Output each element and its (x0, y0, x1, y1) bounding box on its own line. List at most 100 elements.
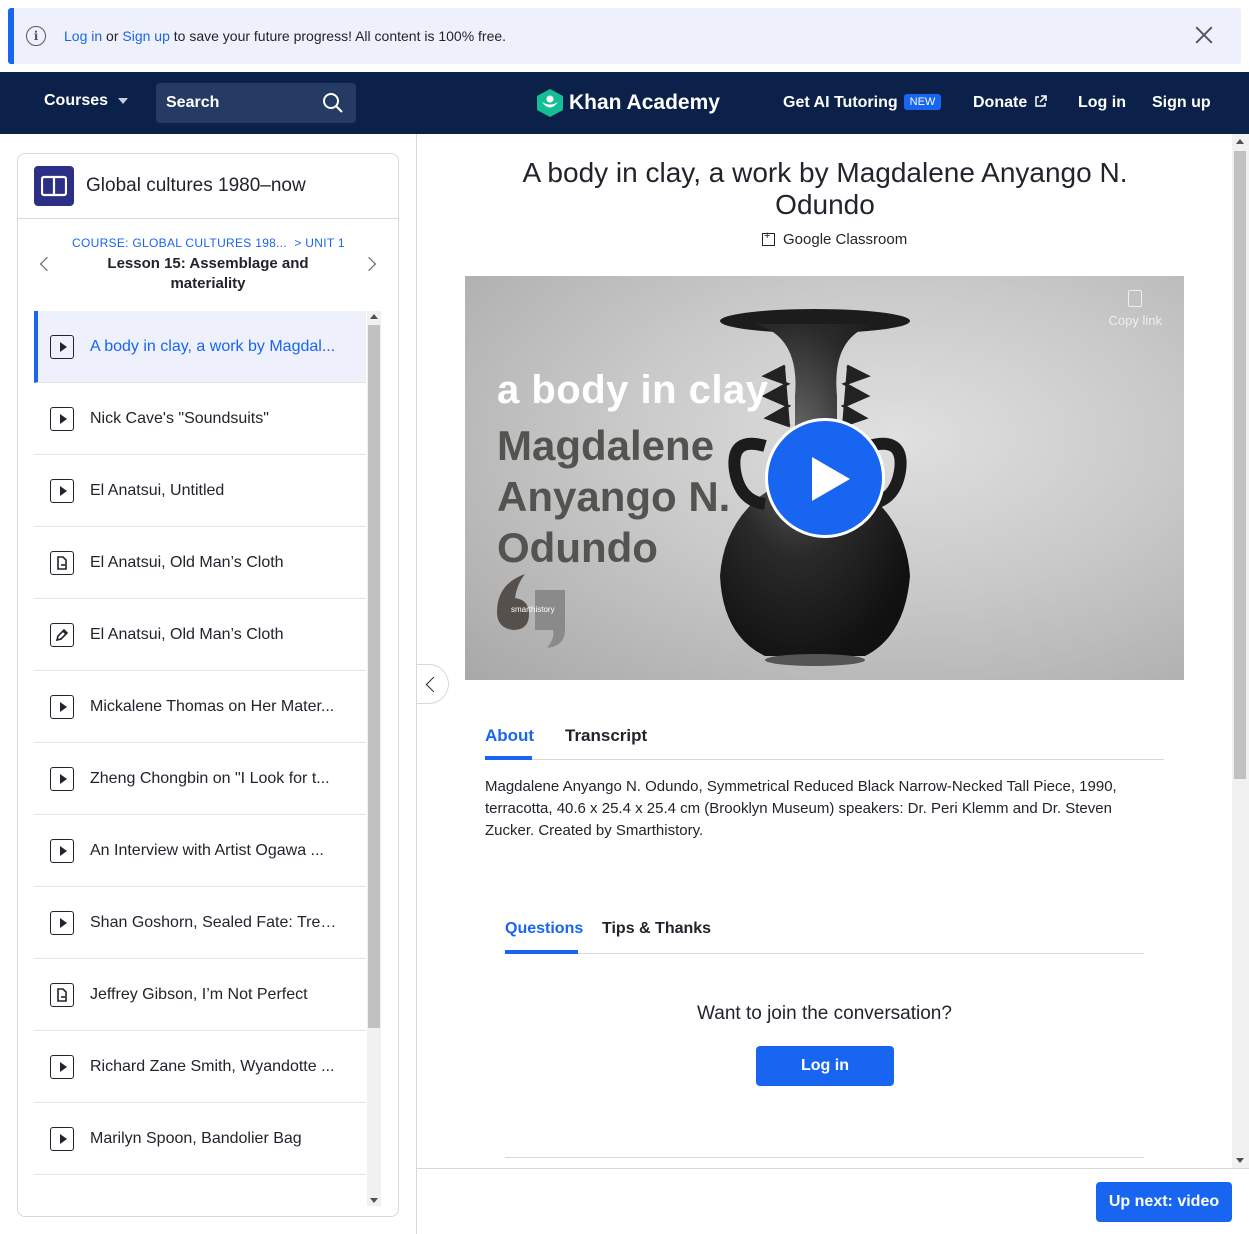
lesson-item[interactable]: El Anatsui, Old Man’s Cloth (34, 599, 366, 671)
article-icon (50, 982, 74, 1007)
search-placeholder: Search (166, 94, 220, 111)
copy-link-label: Copy link (1108, 313, 1162, 328)
play-icon (50, 838, 74, 863)
courses-menu-button[interactable]: Courses (44, 92, 129, 110)
tab-tips-thanks[interactable]: Tips & Thanks (602, 920, 711, 938)
lesson-item[interactable]: Shan Goshorn, Sealed Fate: Treat... (34, 887, 366, 959)
course-sidebar: Global cultures 1980–now COURSE: GLOBAL … (17, 153, 399, 1217)
new-badge: NEW (903, 94, 942, 110)
lesson-item[interactable]: Richard Zane Smith, Wyandotte ... (34, 1031, 366, 1103)
chevron-right-icon[interactable] (361, 256, 377, 272)
scroll-down-arrow-icon[interactable] (1236, 1158, 1244, 1163)
collapse-sidebar-button[interactable] (417, 664, 449, 704)
course-book-icon (34, 166, 74, 206)
video-player[interactable]: a body in clay Magdalene Anyango N. Odun… (465, 276, 1184, 680)
search-input[interactable]: Search (156, 83, 356, 123)
breadcrumb-unit[interactable]: > UNIT 1 (294, 236, 345, 250)
play-icon (50, 406, 74, 431)
banner-or: or (106, 28, 119, 44)
lesson-item-label: El Anatsui, Old Man’s Cloth (90, 553, 284, 571)
article-icon (50, 550, 74, 575)
chevron-down-icon (118, 98, 129, 104)
smarthistory-text: smarthistory (511, 605, 555, 614)
lesson-item[interactable]: El Anatsui, Untitled (34, 455, 366, 527)
close-icon[interactable] (1193, 24, 1215, 46)
lesson-navigator: COURSE: GLOBAL CULTURES 198... > UNIT 1 … (18, 219, 398, 311)
lesson-item[interactable]: Zheng Chongbin on "I Look for t... (34, 743, 366, 815)
nav-login-button[interactable]: Log in (1078, 94, 1126, 112)
banner-text: to save your future progress! All conten… (173, 28, 507, 44)
video-description: Magdalene Anyango N. Odundo, Symmetrical… (485, 778, 1117, 839)
tab-active-indicator (485, 756, 532, 760)
lesson-item[interactable]: El Anatsui, Old Man’s Cloth (34, 527, 366, 599)
lesson-item[interactable]: A body in clay, a work by Magdal... (34, 311, 366, 383)
play-icon[interactable] (765, 418, 885, 538)
pencil-icon (50, 622, 74, 647)
lesson-item-label: El Anatsui, Untitled (90, 481, 225, 499)
lesson-item-label: Shan Goshorn, Sealed Fate: Treat... (90, 913, 340, 931)
tab-transcript[interactable]: Transcript (565, 726, 647, 746)
lesson-item-label: Zheng Chongbin on "I Look for t... (90, 769, 330, 787)
play-icon (50, 694, 74, 719)
lesson-item-label: Nick Cave's "Soundsuits" (90, 409, 269, 427)
lesson-item[interactable]: Mickalene Thomas on Her Mater... (34, 671, 366, 743)
courses-label: Courses (44, 92, 109, 109)
scroll-up-arrow-icon[interactable] (1236, 139, 1244, 144)
banner-signup-link[interactable]: Sign up (122, 28, 169, 44)
lesson-item-list: A body in clay, a work by Magdal... Nick … (34, 311, 366, 1206)
lesson-item[interactable]: Nick Cave's "Soundsuits" (34, 383, 366, 455)
video-overlay-artist: Magdalene Anyango N. Odundo (497, 420, 730, 573)
lesson-item-label: Jeffrey Gibson, I’m Not Perfect (90, 985, 308, 1003)
video-overlay-line: Odundo (497, 524, 658, 571)
scroll-up-arrow-icon[interactable] (370, 314, 378, 319)
lesson-item-label: Richard Zane Smith, Wyandotte ... (90, 1057, 335, 1075)
breadcrumb: COURSE: GLOBAL CULTURES 198... > UNIT 1 (72, 236, 345, 250)
course-title[interactable]: Global cultures 1980–now (86, 175, 306, 197)
login-button[interactable]: Log in (756, 1046, 894, 1086)
play-icon (50, 1126, 74, 1151)
banner-message: Log in or Sign up to save your future pr… (64, 28, 506, 44)
signup-banner: i Log in or Sign up to save your future … (8, 8, 1241, 64)
play-icon (50, 478, 74, 503)
chevron-left-icon[interactable] (39, 256, 55, 272)
content-tabs: About Transcript (485, 722, 1164, 760)
khan-academy-logo[interactable]: Khan Academy (537, 89, 720, 117)
ai-tutoring-label: Get AI Tutoring (783, 94, 898, 111)
lesson-item[interactable]: An Interview with Artist Ogawa ... (34, 815, 366, 887)
donate-label: Donate (973, 94, 1028, 111)
lesson-item-label: Marilyn Spoon, Bandolier Bag (90, 1129, 302, 1147)
play-icon (50, 1054, 74, 1079)
discussion-tabs: Questions Tips & Thanks (505, 916, 1144, 954)
smarthistory-logo: smarthistory (497, 574, 565, 648)
banner-login-link[interactable]: Log in (64, 28, 102, 44)
google-classroom-button[interactable]: Google Classroom (762, 230, 908, 248)
scrollbar-thumb[interactable] (1234, 151, 1246, 779)
lesson-item-label: An Interview with Artist Ogawa ... (90, 841, 324, 859)
lesson-item[interactable]: Marilyn Spoon, Bandolier Bag (34, 1103, 366, 1175)
video-overlay-line: Magdalene (497, 422, 715, 469)
tab-about[interactable]: About (485, 726, 534, 746)
footer-bar: Up next: video (417, 1168, 1249, 1234)
play-icon (50, 334, 74, 359)
copy-icon (1128, 290, 1143, 307)
join-conversation-prompt: Want to join the conversation? (697, 1003, 952, 1024)
page-title: A body in clay, a work by Magdalene Anya… (522, 157, 1128, 220)
tab-questions[interactable]: Questions (505, 920, 583, 938)
google-classroom-label: Google Classroom (783, 231, 908, 248)
lesson-item[interactable]: Jeffrey Gibson, I’m Not Perfect (34, 959, 366, 1031)
donate-link[interactable]: Donate (973, 94, 1047, 112)
nav-signup-button[interactable]: Sign up (1152, 94, 1211, 112)
scroll-down-arrow-icon[interactable] (370, 1198, 378, 1203)
info-icon: i (26, 26, 46, 46)
up-next-button[interactable]: Up next: video (1096, 1182, 1232, 1222)
sidebar-scrollbar[interactable] (367, 311, 381, 1206)
search-icon[interactable] (322, 92, 344, 114)
video-overlay-title: a body in clay (497, 368, 769, 412)
lesson-title: Lesson 15: Assemblage and materiality (107, 255, 309, 292)
breadcrumb-course[interactable]: COURSE: GLOBAL CULTURES 198... (72, 236, 287, 250)
copy-link-button[interactable]: Copy link (1109, 290, 1162, 328)
scrollbar-thumb[interactable] (368, 325, 380, 1028)
ai-tutoring-link[interactable]: Get AI Tutoring NEW (783, 94, 942, 112)
main-scrollbar[interactable] (1232, 134, 1249, 1168)
video-overlay-line: Anyango N. (497, 473, 731, 520)
